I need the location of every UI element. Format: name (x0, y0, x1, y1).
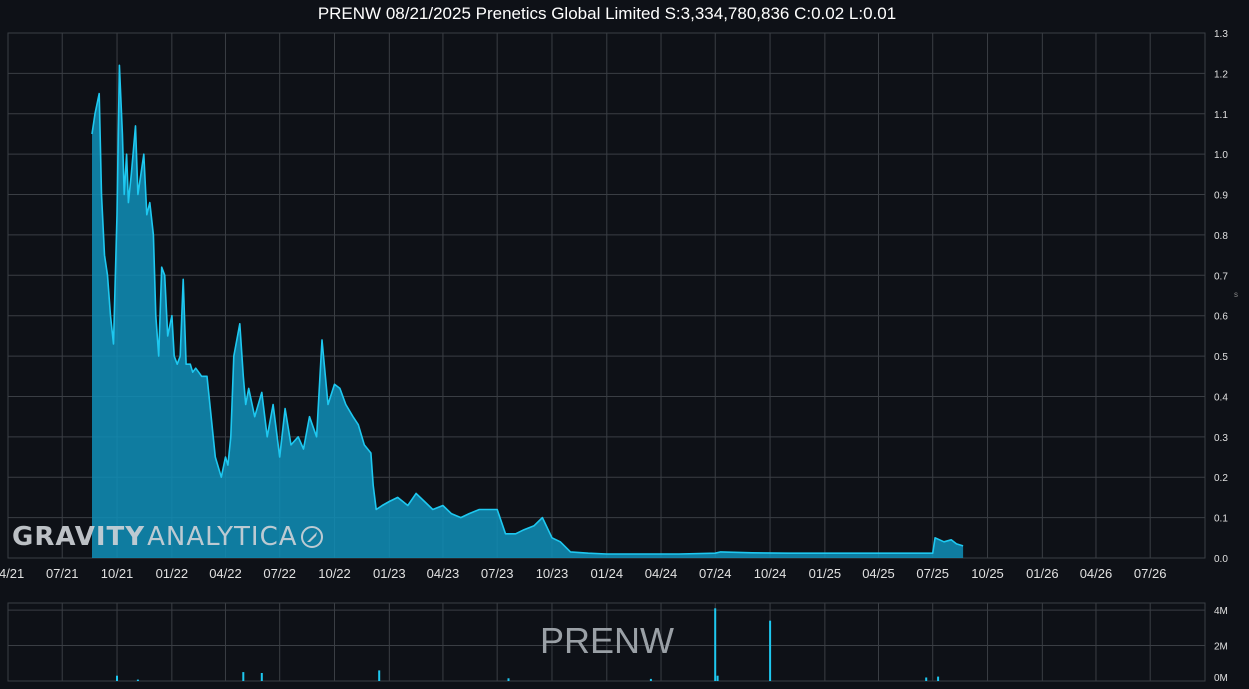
volume-bar (714, 608, 717, 681)
side-marker: s (1234, 290, 1238, 299)
volume-bar-chart: 4M 2M 0M (7, 602, 1228, 684)
volume-y-axis-ticks: 4M 2M 0M (1214, 606, 1228, 684)
rocket-circle-icon (300, 526, 323, 548)
volume-bar (242, 672, 245, 681)
volume-bars (116, 608, 940, 681)
volume-bar (116, 675, 118, 681)
volume-bar (136, 679, 139, 681)
volume-symbol-label: PRENW (540, 620, 674, 661)
volume-y-tick-label: 2M (1214, 642, 1228, 653)
volume-bar (507, 678, 510, 681)
watermark-light-text: ANALYTICA (147, 522, 298, 552)
volume-bar (716, 675, 719, 681)
watermark-logo: GRAVITY ANALYTICA (12, 522, 324, 552)
volume-y-tick-label: 4M (1214, 606, 1228, 617)
volume-y-tick-label: 0M (1214, 673, 1228, 684)
watermark-bold-text: GRAVITY (12, 522, 146, 552)
volume-bar (769, 620, 772, 681)
volume-bar (937, 676, 940, 681)
volume-bar (260, 673, 263, 681)
volume-bar (378, 670, 381, 681)
volume-bar (649, 678, 652, 681)
volume-bar (925, 677, 928, 681)
